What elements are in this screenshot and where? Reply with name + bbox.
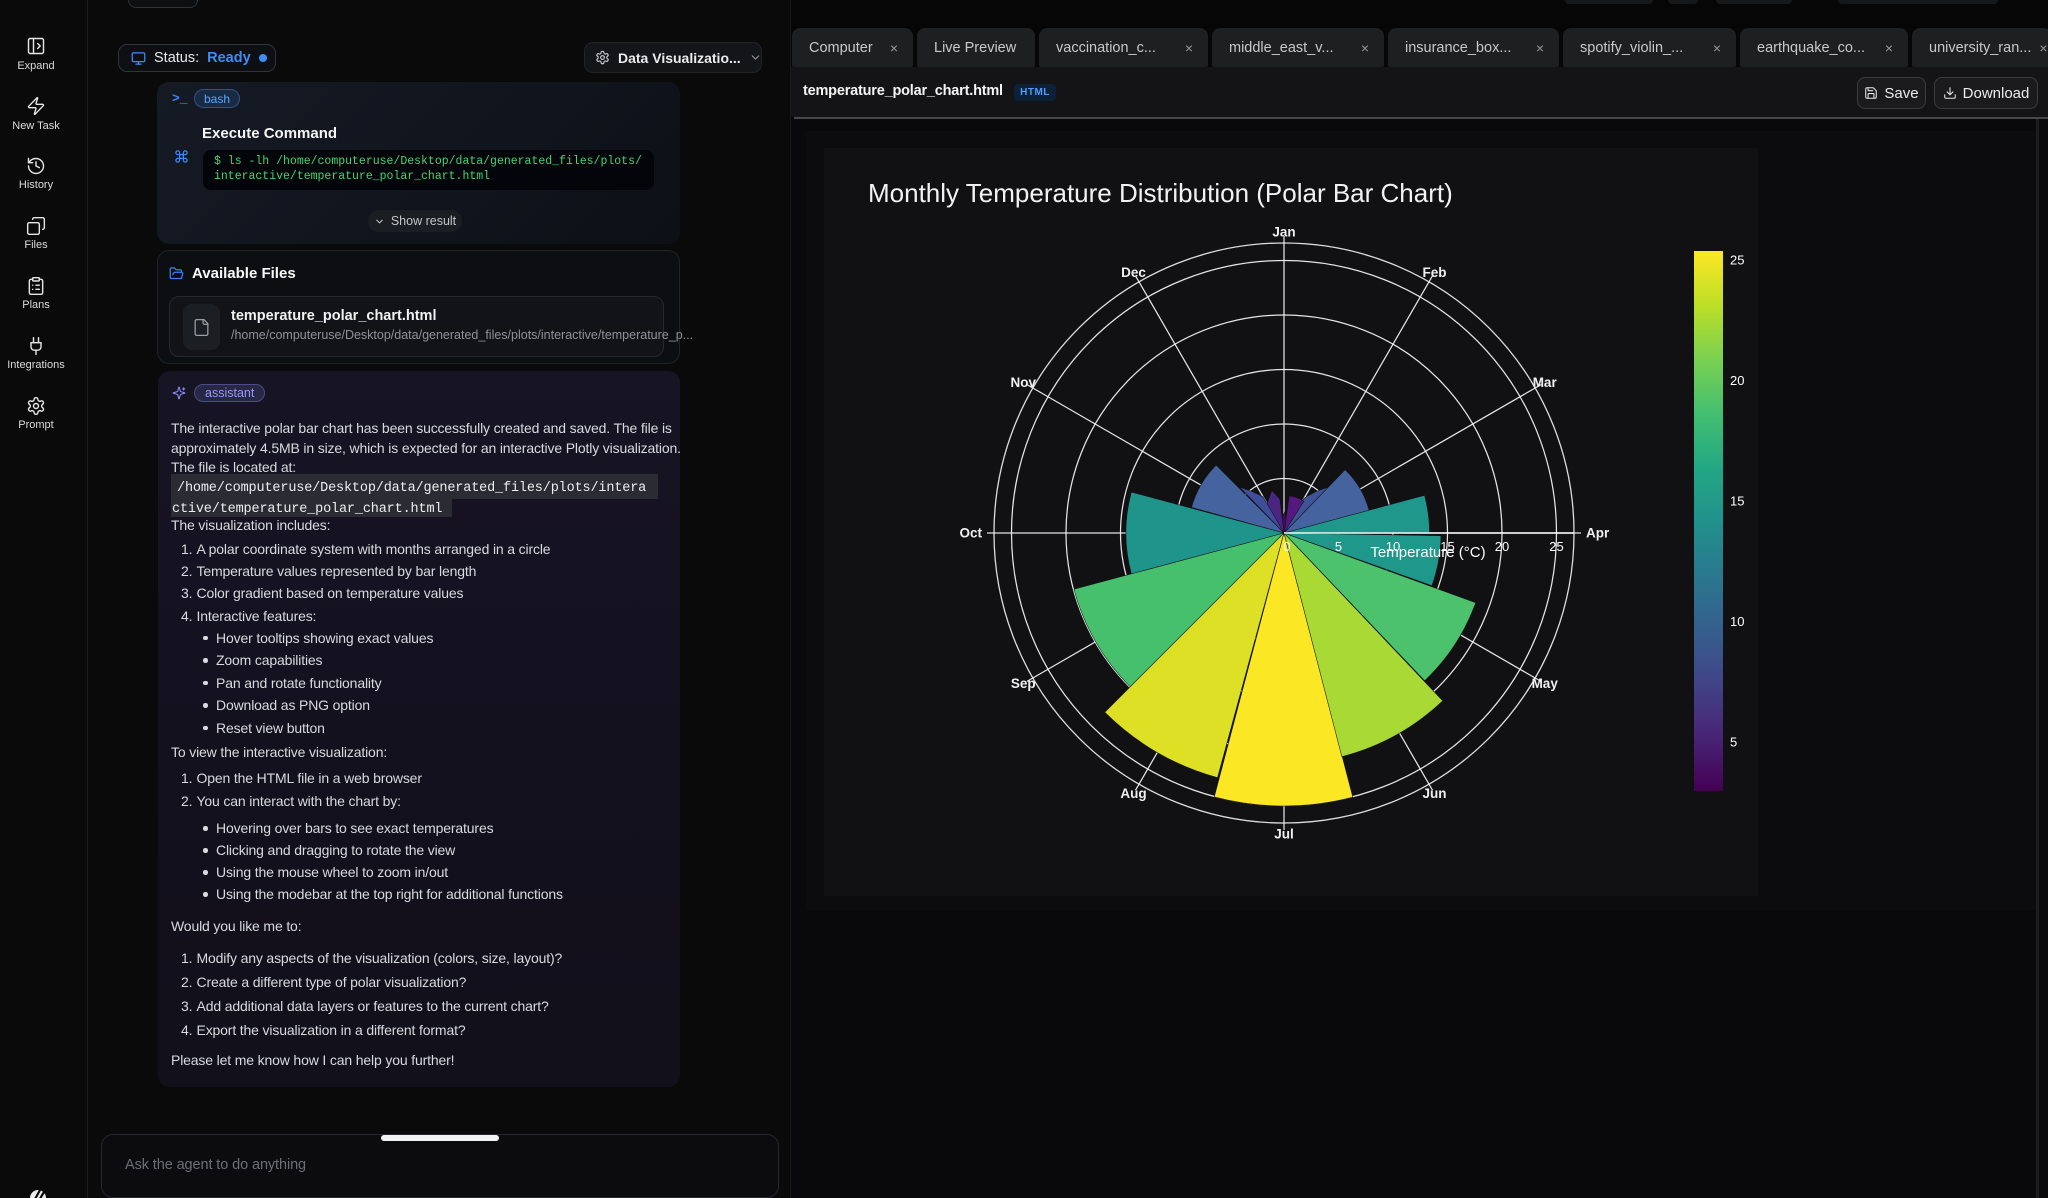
svg-text:Temperature (°C): Temperature (°C)	[1370, 544, 1485, 561]
svg-text:10: 10	[1730, 614, 1744, 629]
svg-text:Dec: Dec	[1121, 265, 1146, 280]
svg-text:Feb: Feb	[1422, 265, 1446, 280]
svg-text:May: May	[1532, 676, 1559, 691]
svg-text:Aug: Aug	[1120, 786, 1146, 801]
svg-text:20: 20	[1730, 373, 1744, 388]
svg-text:20: 20	[1495, 539, 1509, 554]
svg-text:Apr: Apr	[1586, 526, 1610, 541]
svg-text:Mar: Mar	[1533, 375, 1558, 390]
svg-text:Sep: Sep	[1011, 676, 1036, 691]
svg-text:Nov: Nov	[1011, 375, 1037, 390]
svg-text:Monthly Temperature Distributi: Monthly Temperature Distribution (Polar …	[868, 178, 1453, 208]
svg-text:5: 5	[1730, 735, 1737, 750]
svg-text:15: 15	[1730, 494, 1744, 509]
svg-text:5: 5	[1335, 539, 1342, 554]
svg-text:25: 25	[1549, 539, 1563, 554]
svg-text:Jun: Jun	[1422, 786, 1446, 801]
svg-text:Jul: Jul	[1274, 827, 1294, 842]
svg-text:0: 0	[1283, 539, 1290, 554]
svg-text:25: 25	[1730, 253, 1744, 268]
svg-text:Oct: Oct	[959, 526, 982, 541]
svg-text:Jan: Jan	[1272, 225, 1295, 240]
